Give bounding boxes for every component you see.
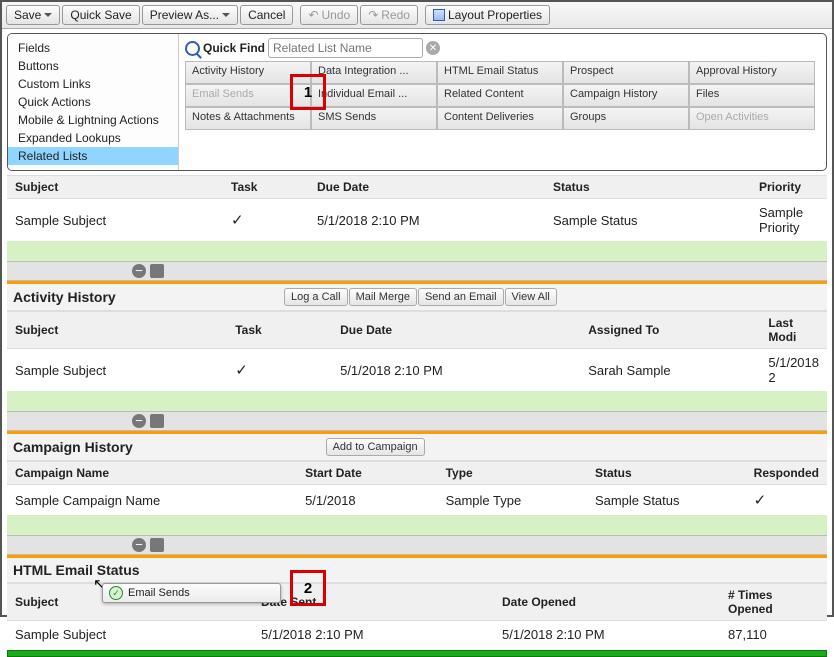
activity-history-header: Activity History Log a Call Mail Merge S… — [7, 284, 827, 311]
drop-indicator — [7, 650, 827, 657]
remove-icon[interactable]: − — [132, 538, 146, 552]
drop-gap[interactable] — [7, 515, 827, 535]
html-email-status-header: HTML Email Status — [7, 558, 827, 583]
table-row: Sample Campaign Name5/1/2018Sample TypeS… — [7, 485, 827, 516]
sidebar-item-custom-links[interactable]: Custom Links — [8, 75, 178, 93]
wrench-icon[interactable] — [150, 538, 164, 552]
layout-icon — [433, 9, 445, 21]
palette-grid: Activity HistoryData Integration ...HTML… — [185, 61, 820, 153]
table-row: Sample Subject✓5/1/2018 2:10 PMSample St… — [7, 199, 827, 242]
undo-button[interactable]: ↶Undo — [300, 5, 358, 25]
drop-gap[interactable] — [7, 391, 827, 411]
preview-as-button[interactable]: Preview As... — [142, 5, 238, 25]
caret-down-icon — [44, 13, 52, 21]
add-to-campaign-button[interactable]: Add to Campaign — [326, 438, 425, 456]
palette-sidebar: Fields Buttons Custom Links Quick Action… — [8, 34, 179, 170]
wrench-icon[interactable] — [150, 414, 164, 428]
campaign-history-header: Campaign History Add to Campaign — [7, 434, 827, 461]
remove-icon[interactable]: − — [132, 414, 146, 428]
log-a-call-button[interactable]: Log a Call — [284, 288, 348, 306]
caret-down-icon — [222, 13, 230, 21]
remove-icon[interactable]: − — [132, 264, 146, 278]
sidebar-item-quick-actions[interactable]: Quick Actions — [8, 93, 178, 111]
palette-item[interactable]: Campaign History — [563, 84, 689, 107]
palette-item[interactable]: Approval History — [689, 61, 815, 84]
palette-item[interactable]: SMS Sends — [311, 107, 437, 130]
activity-history-table: SubjectTaskDue DateAssigned ToLast Modi … — [7, 311, 827, 391]
clear-icon[interactable]: ✕ — [426, 41, 440, 55]
palette-body: Quick Find ✕ Activity HistoryData Integr… — [179, 34, 826, 170]
sidebar-item-mobile-actions[interactable]: Mobile & Lightning Actions — [8, 111, 178, 129]
save-button[interactable]: Save — [6, 5, 60, 25]
palette-item[interactable]: Individual Email ... — [311, 84, 437, 107]
section-handle[interactable]: − — [7, 411, 827, 431]
palette-item[interactable]: HTML Email Status — [437, 61, 563, 84]
callout-2: 2 — [290, 570, 326, 606]
palette-item[interactable]: Files — [689, 84, 815, 107]
open-activities-table: SubjectTaskDue DateStatusPriority Sample… — [7, 175, 827, 241]
wrench-icon[interactable] — [150, 264, 164, 278]
quick-save-button[interactable]: Quick Save — [62, 5, 139, 25]
view-all-button[interactable]: View All — [505, 288, 557, 306]
section-handle[interactable]: − — [7, 535, 827, 555]
campaign-history-table: Campaign NameStart DateTypeStatusRespond… — [7, 461, 827, 515]
section-handle[interactable]: − — [7, 261, 827, 281]
palette-item[interactable]: Data Integration ... — [311, 61, 437, 84]
callout-1: 1 — [290, 74, 326, 110]
quick-find-label: Quick Find — [203, 41, 265, 55]
search-icon — [185, 41, 200, 56]
palette-item[interactable]: Open Activities — [689, 107, 815, 130]
top-toolbar: Save Quick Save Preview As... Cancel ↶Un… — [2, 2, 832, 29]
cancel-button[interactable]: Cancel — [240, 5, 293, 25]
palette-item[interactable]: Prospect — [563, 61, 689, 84]
layout-properties-button[interactable]: Layout Properties — [425, 5, 550, 25]
ok-icon: ✓ — [109, 586, 123, 600]
drop-gap[interactable] — [7, 241, 827, 261]
palette-panel: Fields Buttons Custom Links Quick Action… — [7, 33, 827, 171]
table-row: Sample Subject✓5/1/2018 2:10 PMSarah Sam… — [7, 349, 827, 392]
quick-find: Quick Find ✕ — [185, 38, 820, 58]
palette-item[interactable]: Groups — [563, 107, 689, 130]
sidebar-item-expanded-lookups[interactable]: Expanded Lookups — [8, 129, 178, 147]
dragging-item[interactable]: ✓ Email Sends — [102, 583, 281, 603]
quick-find-input[interactable] — [268, 38, 423, 58]
palette-item[interactable]: Related Content — [437, 84, 563, 107]
mail-merge-button[interactable]: Mail Merge — [349, 288, 417, 306]
sidebar-item-related-lists[interactable]: Related Lists — [8, 147, 178, 165]
sidebar-item-buttons[interactable]: Buttons — [8, 57, 178, 75]
palette-item[interactable]: Content Deliveries — [437, 107, 563, 130]
send-email-button[interactable]: Send an Email — [418, 288, 504, 306]
palette-item[interactable]: Notes & Attachments — [185, 107, 311, 130]
sidebar-item-fields[interactable]: Fields — [8, 39, 178, 57]
redo-button[interactable]: ↷Redo — [360, 5, 418, 25]
table-row: Sample Subject5/1/2018 2:10 PM5/1/2018 2… — [7, 621, 827, 649]
